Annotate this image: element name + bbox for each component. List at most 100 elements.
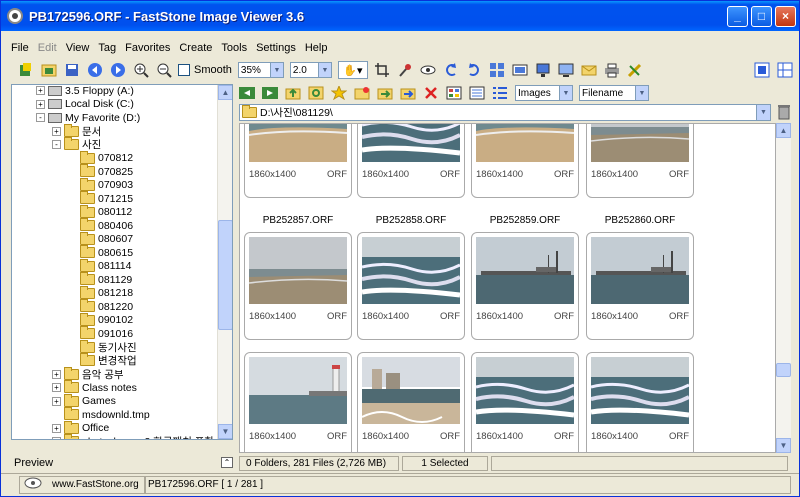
grid-scrollbar[interactable]: ▲ ▼ — [776, 123, 791, 453]
tree-item-folder[interactable]: 080607 — [68, 231, 133, 246]
thumbnail-image[interactable] — [591, 357, 689, 424]
tree-item-folder[interactable]: 071215 — [68, 191, 133, 205]
thumbnail-card[interactable]: 1860x1400 ORF — [357, 124, 465, 198]
tree-item-folder[interactable]: + 음악 공부 — [52, 366, 124, 381]
fullscreen-icon[interactable] — [753, 61, 771, 79]
thumbnail-grid-icon[interactable] — [488, 61, 506, 79]
tree-item-folder[interactable]: + photoshop cs3 한글패치 포함 2 — [52, 434, 223, 439]
wallpaper-icon[interactable] — [557, 61, 575, 79]
expand-icon[interactable]: + — [52, 383, 61, 392]
tree-item-folder[interactable]: 070825 — [68, 164, 133, 178]
chevron-down-icon[interactable]: ▼ — [317, 63, 331, 77]
tree-item-folder[interactable]: 081114 — [68, 258, 131, 273]
thumbnail-card[interactable]: 1860x1400 ORF — [244, 232, 352, 340]
copy-to-icon[interactable] — [377, 86, 393, 100]
chevron-down-icon[interactable]: ▼ — [635, 86, 648, 100]
chevron-down-icon[interactable]: ▼ — [559, 86, 572, 100]
previous-icon[interactable] — [86, 61, 104, 79]
zoom-out-icon[interactable] — [155, 61, 173, 79]
menu-file[interactable]: File — [11, 42, 29, 54]
menu-create[interactable]: Create — [179, 42, 212, 54]
menu-tag[interactable]: Tag — [98, 42, 116, 54]
zoom-select[interactable]: 35% ▼ — [237, 62, 284, 78]
thumbnail-filename[interactable]: PB252858.ORF — [357, 215, 465, 226]
print-icon[interactable] — [603, 61, 621, 79]
menu-favorites[interactable]: Favorites — [125, 42, 170, 54]
back-icon[interactable] — [239, 86, 255, 100]
new-folder-icon[interactable] — [354, 86, 370, 100]
thumbnail-image[interactable] — [362, 124, 460, 162]
tree-item-folder[interactable]: 081218 — [68, 285, 133, 300]
forward-icon[interactable] — [262, 86, 278, 100]
menu-view[interactable]: View — [66, 42, 90, 54]
tree-scroll-thumb[interactable] — [218, 220, 232, 330]
tree-item-folder[interactable]: + Games — [52, 393, 116, 408]
browse-icon[interactable] — [40, 61, 58, 79]
email-icon[interactable] — [580, 61, 598, 79]
thumbnail-view-icon[interactable] — [446, 86, 462, 100]
minimize-button[interactable]: _ — [727, 5, 748, 27]
expand-icon[interactable]: + — [52, 126, 61, 136]
tree-item-folder[interactable]: 070903 — [68, 177, 133, 192]
sort-select[interactable]: Filename ▼ — [579, 85, 649, 101]
grid-scroll-thumb[interactable] — [776, 363, 791, 377]
settings-icon[interactable] — [626, 61, 644, 79]
thumbnail-filename[interactable]: PB252859.ORF — [471, 215, 579, 226]
thumbnail-card[interactable]: 1860x1400 ORF — [586, 352, 694, 452]
folder-tree[interactable]: +3.5 Floppy (A:) + Local Disk (C:) - My Favo… — [11, 84, 233, 440]
scroll-down-icon[interactable]: ▼ — [218, 424, 232, 439]
scroll-up-icon[interactable]: ▲ — [776, 123, 791, 138]
thumbnail-image[interactable] — [249, 124, 347, 162]
tree-item-folder[interactable]: 081220 — [68, 299, 133, 313]
tree-item-folder[interactable]: + Class notes — [52, 380, 137, 394]
tree-item-folder[interactable]: + Office — [52, 420, 109, 435]
tree-item-folder[interactable]: msdownld.tmp — [52, 407, 150, 421]
tree-item-folder[interactable]: 090102 — [68, 312, 133, 327]
rotate-right-icon[interactable] — [465, 61, 483, 79]
details-view-icon[interactable] — [469, 86, 485, 100]
thumbnail-filename[interactable]: PB252857.ORF — [244, 215, 352, 226]
website-link[interactable]: www.FastStone.org — [19, 475, 145, 494]
thumbnail-card[interactable]: 1860x1400 ORF — [586, 232, 694, 340]
rotate-left-icon[interactable] — [442, 61, 460, 79]
collapse-icon[interactable]: - — [36, 113, 45, 122]
scroll-up-icon[interactable]: ▲ — [218, 85, 232, 100]
next-icon[interactable] — [109, 61, 127, 79]
up-folder-icon[interactable] — [285, 86, 301, 100]
thumbnail-card[interactable]: 1860x1400 ORF — [244, 352, 352, 452]
thumbnail-image[interactable] — [476, 237, 574, 304]
crop-icon[interactable] — [373, 61, 391, 79]
title-bar[interactable]: PB172596.ORF - FastStone Image Viewer 3.… — [1, 1, 799, 31]
thumbnail-card[interactable]: 1860x1400 ORF — [471, 124, 579, 198]
hand-icon[interactable]: ✋▾ — [337, 61, 368, 79]
thumbnail-filename[interactable]: PB252860.ORF — [586, 215, 694, 226]
thumbnail-image[interactable] — [249, 357, 347, 424]
tree-item-folder[interactable]: 080112 — [68, 204, 132, 219]
tree-item-drive[interactable]: + Local Disk (C:) — [36, 98, 134, 111]
scroll-down-icon[interactable]: ▼ — [776, 438, 791, 453]
tree-item-folder[interactable]: 080615 — [68, 245, 133, 259]
layout-icon[interactable] — [776, 61, 794, 79]
list-view-icon[interactable] — [492, 86, 508, 100]
tree-item-folder[interactable]: 동기사진 — [68, 339, 137, 354]
collapse-icon[interactable]: ⌃ — [221, 457, 233, 468]
slideshow-icon[interactable] — [534, 61, 552, 79]
menu-help[interactable]: Help — [305, 42, 328, 54]
recycle-bin-icon[interactable] — [777, 104, 791, 120]
expand-icon[interactable]: + — [52, 369, 61, 379]
eye-icon[interactable] — [419, 61, 437, 79]
smooth-checkbox-box[interactable] — [178, 64, 190, 76]
thumbnail-image[interactable] — [362, 237, 460, 304]
expand-icon[interactable]: + — [52, 423, 61, 433]
red-eye-icon[interactable] — [396, 61, 414, 79]
tree-item-drive[interactable]: - My Favorite (D:) — [36, 111, 140, 124]
delete-icon[interactable] — [423, 86, 439, 100]
thumbnail-card[interactable]: 1860x1400 ORF — [244, 124, 352, 198]
thumbnail-image[interactable] — [591, 237, 689, 304]
thumbnail-card[interactable]: 1860x1400 ORF — [471, 352, 579, 452]
app-icon[interactable] — [7, 8, 23, 24]
tree-item-folder[interactable]: 변경작업 — [68, 353, 137, 367]
move-to-icon[interactable] — [400, 86, 416, 100]
thumbnail-image[interactable] — [591, 124, 689, 162]
tree-scrollbar[interactable]: ▲ ▼ — [217, 85, 232, 439]
